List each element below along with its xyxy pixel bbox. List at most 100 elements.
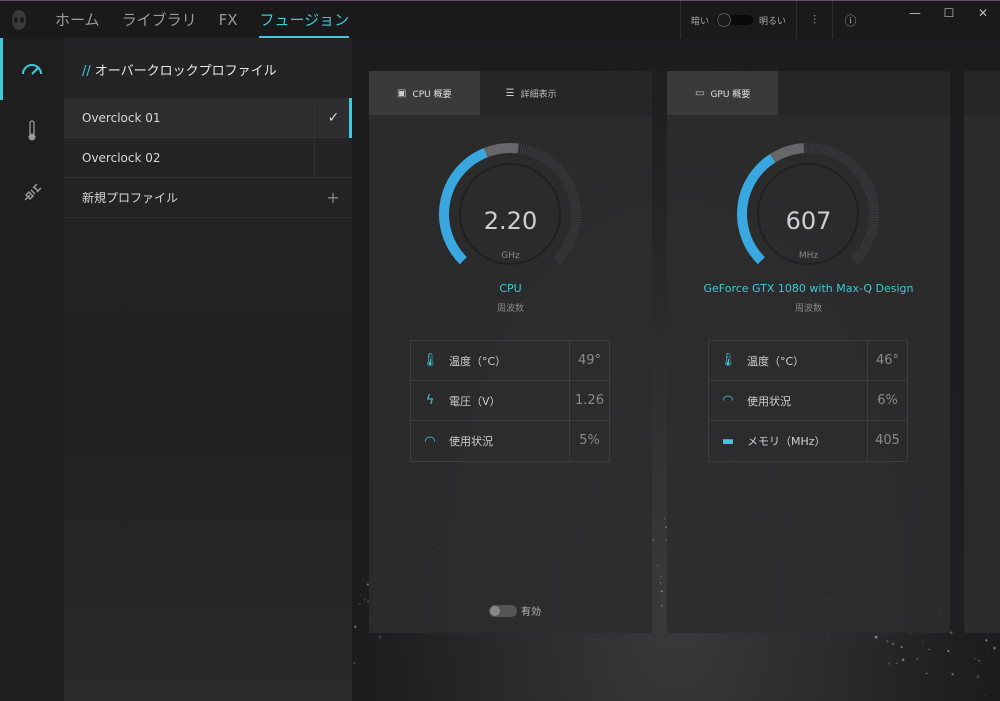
- cpu-gauge-unit: GHz: [501, 251, 520, 261]
- rail-item-overclock[interactable]: [0, 38, 64, 100]
- stat-row-usage: ◠ 使用状況 6%: [709, 380, 907, 421]
- particle-dot: [951, 673, 954, 676]
- particle-dot: [900, 646, 903, 648]
- particle-dot: [886, 640, 889, 643]
- particle-dot: [931, 640, 932, 642]
- nav-tab-fusion[interactable]: フュージョン: [259, 1, 349, 39]
- particle-dot: [895, 662, 898, 665]
- gpu-card-tabs: ▭ GPU 概要: [667, 71, 950, 115]
- thermometer-icon: 🌡︎: [719, 353, 737, 368]
- gpu-device-name: GeForce GTX 1080 with Max-Q Design: [703, 282, 914, 295]
- stat-row-temperature: 🌡︎ 温度（°C） 46°: [709, 340, 907, 381]
- alienware-logo-icon[interactable]: [10, 9, 28, 31]
- particle-dot: [973, 649, 975, 651]
- power-plug-icon: [24, 183, 42, 201]
- next-card-tab[interactable]: [964, 71, 1000, 115]
- nav-tab-fx[interactable]: FX: [219, 1, 238, 39]
- brightness-slider[interactable]: [714, 13, 753, 27]
- stat-label: 使用状況: [449, 435, 493, 448]
- particle-dot: [993, 646, 996, 650]
- enable-label: 有効: [521, 607, 541, 618]
- checkmark-icon: ✓: [314, 97, 352, 138]
- stat-value: 405: [867, 421, 907, 461]
- tab-gpu-overview[interactable]: ▭ GPU 概要: [667, 71, 779, 115]
- usage-gauge-icon: ◠: [722, 393, 734, 408]
- cpu-device-name: CPU: [499, 282, 522, 295]
- profile-list: Overclock 01 ✓ Overclock 02 新規プロファイル +: [64, 97, 352, 218]
- help-button[interactable]: ⓘ: [832, 1, 868, 39]
- title-text: オーバークロックプロファイル: [94, 64, 277, 79]
- thermometer-icon: [28, 120, 36, 141]
- particle-dot: [985, 639, 988, 642]
- rail-item-power[interactable]: [0, 162, 64, 224]
- particle-dot: [949, 631, 953, 634]
- minimize-button[interactable]: —: [898, 1, 932, 27]
- particle-dot: [976, 675, 980, 679]
- left-rail: [0, 38, 64, 701]
- particle-dot: [910, 633, 912, 635]
- particle-dot: [353, 662, 356, 665]
- cpu-stats-table: 🌡︎ 温度（°C） 49° ϟ 電圧（V） 1.26 ◠ 使用状況 5%: [410, 340, 610, 462]
- particle-dot: [659, 582, 661, 584]
- settings-sliders-button[interactable]: ⫶: [796, 1, 832, 39]
- particle-dot: [655, 556, 657, 558]
- nav-tab-home[interactable]: ホーム: [55, 1, 100, 39]
- stat-row-usage: ◠ 使用状況 5%: [411, 421, 609, 461]
- next-card-partial[interactable]: [964, 71, 1000, 633]
- profile-item-overclock-02[interactable]: Overclock 02: [64, 137, 352, 178]
- maximize-button[interactable]: ☐: [932, 1, 966, 27]
- stat-value: 5%: [569, 421, 609, 461]
- particle-dot: [967, 669, 969, 671]
- particle-dot: [401, 637, 403, 639]
- stat-label: 温度（°C）: [449, 354, 507, 368]
- profile-item-overclock-01[interactable]: Overclock 01 ✓: [64, 97, 352, 138]
- thermometer-icon: 🌡︎: [421, 353, 439, 368]
- particle-dot: [978, 685, 980, 687]
- close-button[interactable]: ✕: [966, 1, 1000, 27]
- enable-toggle[interactable]: [489, 604, 517, 617]
- cpu-card: ▣ CPU 概要 ☰ 詳細表示 2.20 GHz CPU 周波数 🌡︎ 温度（°…: [369, 71, 652, 633]
- particle-dot: [974, 658, 976, 660]
- stat-label: メモリ（MHz）: [747, 435, 826, 448]
- window-controls: — ☐ ✕: [898, 1, 1000, 27]
- particle-dot: [659, 575, 662, 578]
- help-icon: ⓘ: [844, 13, 857, 28]
- main-content: ▣ CPU 概要 ☰ 詳細表示 2.20 GHz CPU 周波数 🌡︎ 温度（°…: [352, 38, 1000, 701]
- tab-cpu-overview[interactable]: ▣ CPU 概要: [369, 71, 480, 115]
- particle-dot: [664, 518, 665, 520]
- particle-dot: [978, 659, 981, 662]
- stat-label: 電圧（V）: [449, 394, 501, 408]
- tab-detail-view[interactable]: ☰ 詳細表示: [480, 71, 573, 115]
- particle-dot: [827, 637, 828, 639]
- cpu-gauge-value: 2.20: [483, 207, 538, 235]
- particle-dot: [354, 625, 357, 629]
- particle-dot: [352, 618, 353, 621]
- rail-item-thermal[interactable]: [0, 100, 64, 162]
- particle-dot: [358, 602, 361, 606]
- particle-dot: [938, 664, 940, 665]
- profile-label: Overclock 02: [82, 150, 161, 165]
- particle-dot: [987, 648, 989, 650]
- profile-panel: //オーバークロックプロファイル Overclock 01 ✓ Overcloc…: [64, 38, 352, 701]
- cpu-device-sub: 周波数: [496, 304, 524, 314]
- profile-label: Overclock 01: [82, 110, 161, 125]
- overclock-gauge-icon: [22, 64, 42, 75]
- stat-value: 49°: [569, 340, 609, 381]
- brightness-control: 暗い 明るい: [679, 1, 796, 39]
- particle-dot: [925, 672, 928, 675]
- particle-dot: [928, 648, 930, 651]
- sliders-icon: ☰: [505, 87, 515, 99]
- stat-value: 6%: [867, 380, 907, 421]
- plus-icon[interactable]: +: [314, 178, 352, 218]
- particle-dot: [901, 658, 905, 662]
- gauge-fade: [769, 143, 805, 163]
- particle-dot: [652, 538, 655, 541]
- tab-label: CPU 概要: [412, 89, 452, 100]
- new-profile-item[interactable]: 新規プロファイル +: [64, 178, 352, 218]
- nav-tab-library[interactable]: ライブラリ: [122, 1, 197, 39]
- usage-gauge-icon: ◠: [424, 433, 436, 449]
- profile-panel-title: //オーバークロックプロファイル: [82, 60, 277, 79]
- cpu-card-tabs: ▣ CPU 概要 ☰ 詳細表示: [369, 71, 652, 115]
- cpu-chip-icon: ▣: [397, 87, 407, 99]
- stat-row-voltage: ϟ 電圧（V） 1.26: [411, 380, 609, 421]
